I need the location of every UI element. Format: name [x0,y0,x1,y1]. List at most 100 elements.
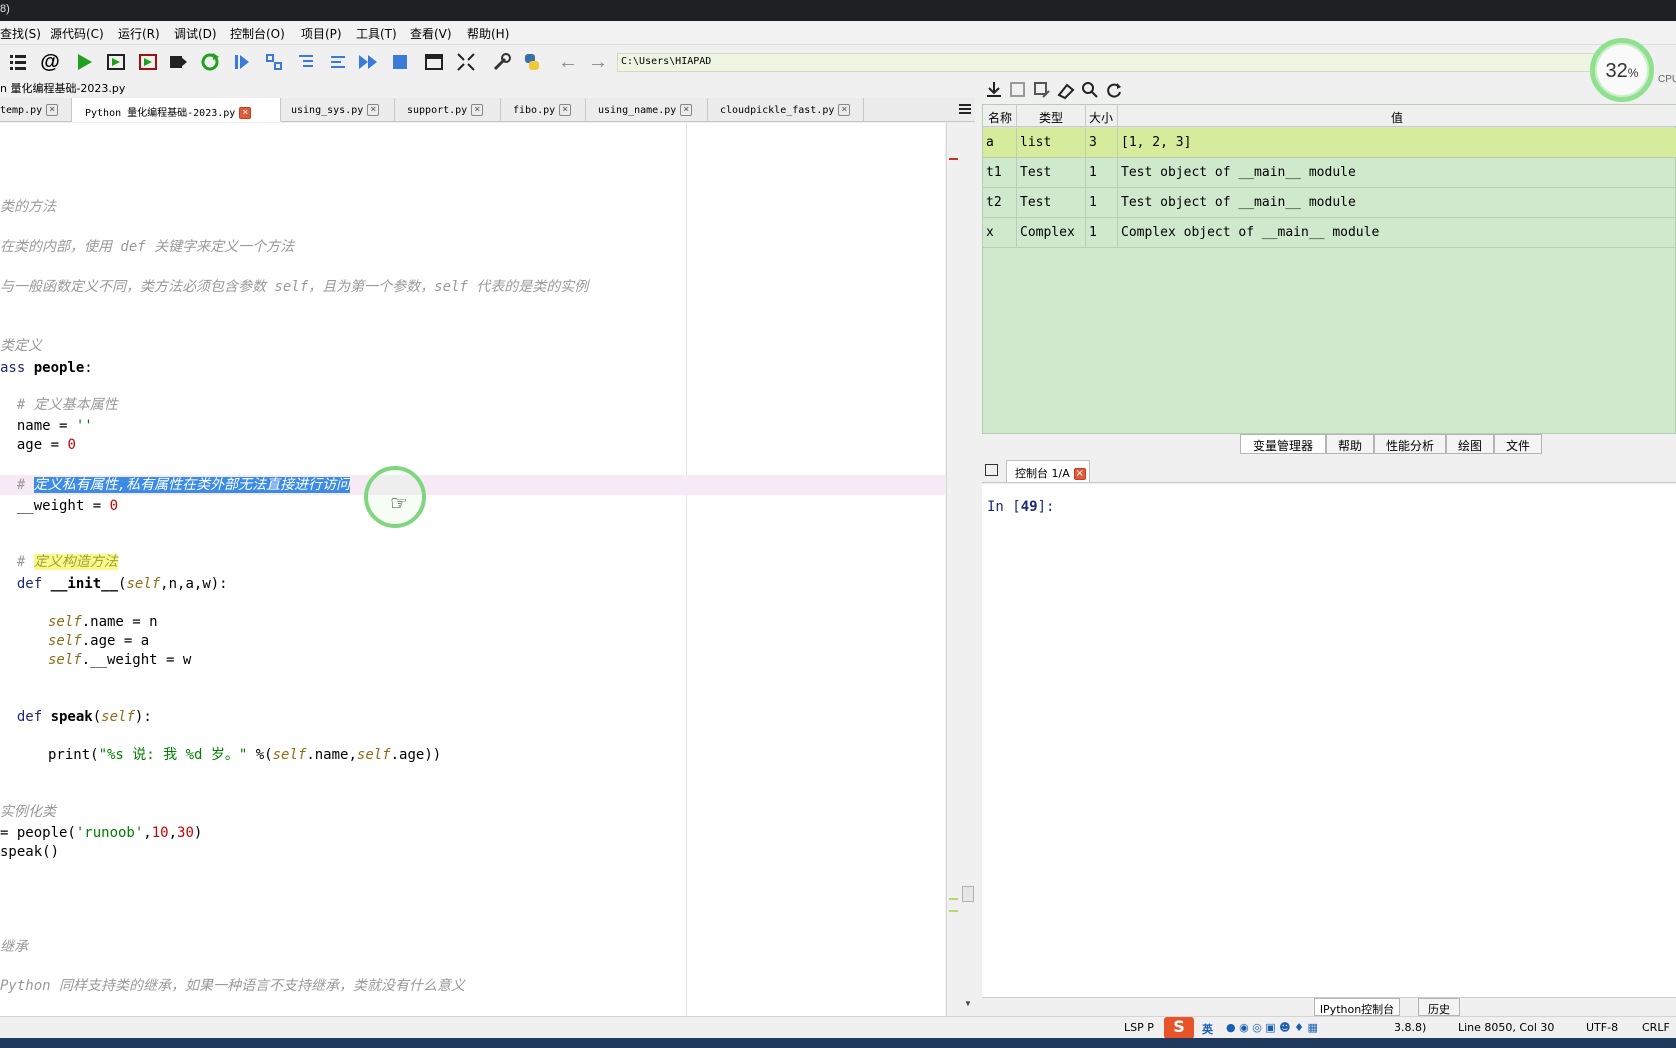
tab-cloudpickle[interactable]: cloudpickle_fast.py × [708,98,864,122]
fullscreen-icon[interactable] [454,50,478,74]
ime-language[interactable]: 英 [1202,1021,1213,1037]
debug-icon[interactable] [230,50,254,74]
working-directory-input[interactable]: C:\Users\HIAPAD [617,53,1627,72]
run-cell-advance-icon[interactable] [136,50,160,74]
back-icon[interactable]: ← [556,50,580,74]
tab-label: fibo.py [513,105,556,116]
tab-ipython-console[interactable]: IPython控制台 [1314,998,1400,1016]
code-line: Python 同样支持类的继承，如果一种语言不支持继承，类就没有什么意义 [0,978,465,994]
outline-icon[interactable] [6,50,30,74]
code-line: ass people: [0,359,93,377]
tab-menu-icon[interactable] [958,102,972,116]
menu-projects[interactable]: 项目(P) [301,25,342,42]
menu-search[interactable]: 查找(S) [0,25,41,42]
step-icon[interactable] [262,50,286,74]
code-text: ,n,a,w): [160,576,228,592]
stop-icon[interactable] [388,50,412,74]
variable-row[interactable]: a list 3 [1, 2, 3] [983,128,1676,158]
code-editor[interactable]: 类的方法 在类的内部，使用 def 关键字来定义一个方法 与一般函数定义不同，类… [0,123,945,1016]
column-header-name[interactable]: 名称 [983,105,1017,127]
menu-view[interactable]: 查看(V) [410,25,452,42]
save-as-icon[interactable] [1030,78,1054,102]
code-function-name: speak [50,709,93,725]
scrollbar-thumb[interactable] [962,886,974,902]
code-line: print("%s 说: 我 %d 岁。" %(self.name,self.a… [48,746,441,764]
code-self: self [48,614,82,630]
menu-run[interactable]: 运行(R) [118,25,160,42]
code-string: 'runoob' [75,825,144,841]
var-name: t2 [983,188,1017,218]
code-text: ) [193,825,203,841]
tab-fibo[interactable]: fibo.py × [501,98,586,122]
ime-tools-icon[interactable]: ● ◉ ◎ ▣ ☻ ♦ ▦ [1226,1021,1318,1034]
run-selection-icon[interactable] [166,50,190,74]
code-punct: ( [92,709,102,725]
menu-help[interactable]: 帮助(H) [467,25,509,42]
column-header-value[interactable]: 值 [1118,105,1676,127]
close-icon[interactable]: × [680,104,693,116]
run-cell-icon[interactable] [104,50,128,74]
close-icon[interactable]: × [367,104,380,116]
import-data-icon[interactable] [982,78,1006,102]
refresh-icon[interactable] [1102,78,1126,102]
code-self: self [272,747,307,763]
rerun-icon[interactable] [198,50,222,74]
lsp-status[interactable]: LSP P [1124,1021,1154,1034]
python-path-icon[interactable] [520,50,544,74]
code-line: 实例化类 [0,804,56,820]
close-icon[interactable]: × [838,104,851,116]
forward-icon[interactable]: → [586,50,610,74]
code-text: .age = a [81,633,150,649]
save-data-icon[interactable] [1006,78,1030,102]
var-size: 1 [1086,218,1118,248]
variable-row[interactable]: t1 Test 1 Test object of __main__ module [983,158,1676,188]
variable-row[interactable]: t2 Test 1 Test object of __main__ module [983,188,1676,218]
console-tab[interactable]: 控制台 1/A × [1006,460,1090,482]
console-options-icon[interactable] [985,464,998,476]
tab-variable-explorer[interactable]: 变量管理器 [1240,434,1326,454]
search-icon[interactable] [1078,78,1102,102]
menu-source[interactable]: 源代码(C) [50,25,104,42]
step-into-icon[interactable] [294,50,318,74]
maximize-pane-icon[interactable] [422,50,446,74]
tab-history[interactable]: 历史 [1418,998,1460,1016]
column-header-size[interactable]: 大小 [1086,105,1118,127]
close-icon[interactable]: × [559,104,572,116]
tab-profiler[interactable]: 性能分析 [1374,434,1446,454]
tab-temp[interactable]: temp.py × [0,98,72,122]
scroll-down-icon[interactable]: ▼ [964,999,972,1008]
preferences-icon[interactable] [490,50,514,74]
menu-console[interactable]: 控制台(O) [230,25,285,42]
var-name: x [983,218,1017,248]
tab-files[interactable]: 文件 [1494,434,1542,454]
code-text: .__weight = w [81,652,192,668]
tab-main-file[interactable]: Python 量化编程基础-2023.py × [72,98,281,122]
run-icon[interactable] [72,50,96,74]
step-return-icon[interactable] [326,50,350,74]
menu-debug[interactable]: 调试(D) [174,25,217,42]
menu-tools[interactable]: 工具(T) [356,25,397,42]
code-line: 在类的内部，使用 def 关键字来定义一个方法 [0,239,295,255]
eraser-icon[interactable] [1054,78,1078,102]
code-line: 类的方法 [0,199,56,215]
ipython-console[interactable]: In [49]: [982,484,1676,998]
continue-icon[interactable] [356,50,380,74]
close-icon[interactable]: × [46,104,59,116]
code-line: 与一般函数定义不同，类方法必须包含参数 self，且为第一个参数，self 代表… [0,279,589,295]
occurrence-marker [949,898,958,912]
tab-label: support.py [407,105,468,116]
tab-using-sys[interactable]: using_sys.py × [281,98,395,122]
tab-help[interactable]: 帮助 [1326,434,1374,454]
editor-scrollbar[interactable]: ▼ [946,123,975,1016]
tab-support[interactable]: support.py × [395,98,501,122]
var-size: 1 [1086,188,1118,218]
close-icon[interactable]: × [1073,468,1086,480]
close-icon[interactable]: × [471,104,484,116]
close-icon[interactable]: × [239,107,252,119]
tab-plots[interactable]: 绘图 [1446,434,1494,454]
variable-row[interactable]: x Complex 1 Complex object of __main__ m… [983,218,1676,248]
ime-logo-icon[interactable]: S [1164,1017,1194,1039]
at-icon[interactable]: @ [38,50,62,74]
column-header-type[interactable]: 类型 [1017,105,1086,127]
tab-using-name[interactable]: using_name.py × [586,98,708,122]
